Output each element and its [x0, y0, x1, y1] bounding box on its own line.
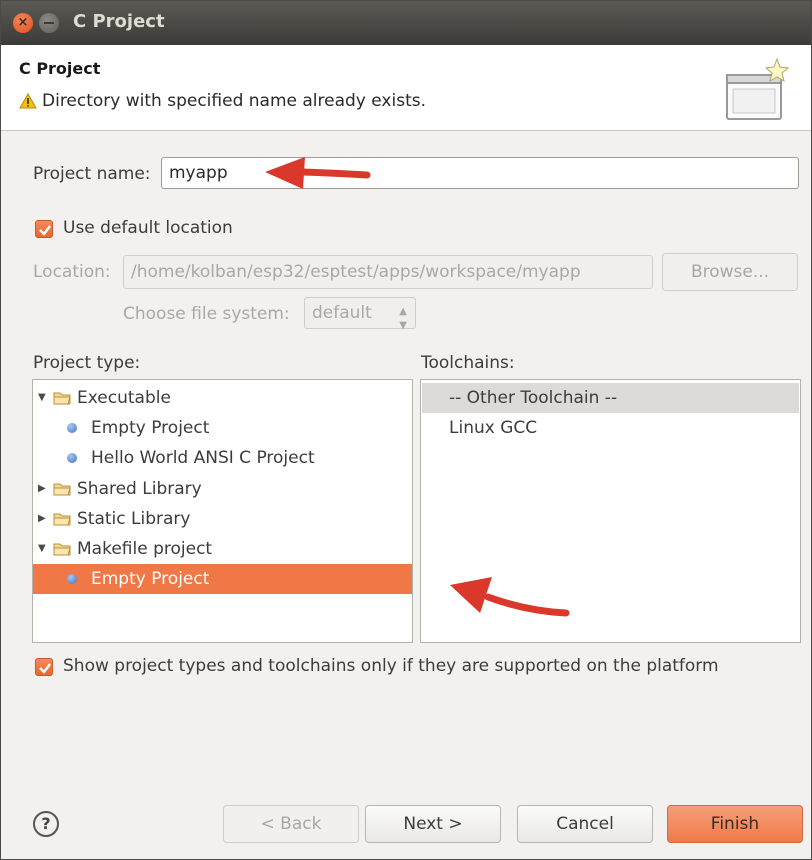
expand-down-icon[interactable]: ▼: [38, 534, 48, 564]
banner-message-row: Directory with specified name already ex…: [19, 91, 426, 111]
file-system-value: default: [312, 303, 372, 323]
folder-icon: [53, 513, 71, 526]
tree-item-label: Executable: [77, 388, 171, 408]
browse-button[interactable]: Browse...: [662, 253, 798, 291]
show-supported-checkbox[interactable]: [35, 658, 53, 676]
warning-icon: [19, 93, 37, 109]
tree-item-makefile-empty-project[interactable]: Empty Project: [33, 564, 412, 594]
tree-item-shared-library[interactable]: ▶ Shared Library: [33, 474, 412, 504]
tree-item-label: Empty Project: [91, 569, 210, 589]
tree-item-label: Shared Library: [77, 479, 202, 499]
wizard-banner: C Project Directory with specified name …: [1, 45, 811, 131]
project-type-tree[interactable]: ▼ Executable Empty Project Hello World A…: [32, 379, 413, 643]
tree-item-makefile-project[interactable]: ▼ Makefile project: [33, 534, 412, 564]
banner-title: C Project: [19, 59, 101, 78]
expand-right-icon[interactable]: ▶: [38, 474, 48, 504]
tree-item-label: Hello World ANSI C Project: [91, 448, 315, 468]
project-name-input[interactable]: myapp: [161, 157, 799, 189]
tree-item-label: Empty Project: [91, 418, 210, 438]
folder-icon: [53, 392, 71, 405]
expand-right-icon[interactable]: ▶: [38, 504, 48, 534]
minimize-icon[interactable]: [39, 13, 59, 33]
project-name-label: Project name:: [33, 164, 151, 184]
close-icon[interactable]: ×: [13, 13, 33, 33]
back-button[interactable]: < Back: [223, 805, 359, 843]
title-bar: × C Project: [1, 1, 811, 45]
bullet-icon: [67, 453, 77, 463]
expand-down-icon[interactable]: ▼: [38, 383, 48, 413]
bullet-icon: [67, 574, 77, 584]
project-type-header: Project type:: [33, 353, 141, 373]
use-default-location-checkbox[interactable]: [35, 220, 53, 238]
spinner-icon: ▲ ▼: [399, 306, 407, 331]
toolchains-header: Toolchains:: [421, 353, 515, 373]
wizard-banner-icon: [726, 57, 790, 120]
annotation-arrow-icon: [265, 157, 371, 189]
banner-message: Directory with specified name already ex…: [42, 91, 426, 111]
tree-item-empty-project[interactable]: Empty Project: [33, 413, 412, 443]
folder-icon: [53, 483, 71, 496]
bullet-icon: [67, 423, 77, 433]
file-system-label: Choose file system:: [123, 304, 290, 324]
tree-item-static-library[interactable]: ▶ Static Library: [33, 504, 412, 534]
next-button[interactable]: Next >: [365, 805, 501, 843]
show-supported-label: Show project types and toolchains only i…: [63, 656, 719, 676]
toolchain-item-other[interactable]: -- Other Toolchain --: [422, 383, 799, 413]
c-project-dialog: × C Project C Project Directory with spe…: [0, 0, 812, 860]
folder-icon: [53, 543, 71, 556]
tree-item-label: Static Library: [77, 509, 191, 529]
toolchain-item-linux-gcc[interactable]: Linux GCC: [422, 413, 799, 443]
tree-item-hello-world[interactable]: Hello World ANSI C Project: [33, 443, 412, 473]
tree-item-label: Makefile project: [77, 539, 213, 559]
location-input[interactable]: /home/kolban/esp32/esptest/apps/workspac…: [123, 255, 653, 289]
finish-button[interactable]: Finish: [667, 805, 803, 843]
window-title: C Project: [73, 11, 165, 32]
file-system-select[interactable]: default ▲ ▼: [304, 297, 416, 331]
annotation-arrow-icon: [450, 577, 570, 617]
help-icon[interactable]: ?: [33, 811, 59, 837]
tree-item-executable[interactable]: ▼ Executable: [33, 383, 412, 413]
use-default-location-label: Use default location: [63, 218, 233, 238]
cancel-button[interactable]: Cancel: [517, 805, 653, 843]
location-label: Location:: [33, 262, 111, 282]
